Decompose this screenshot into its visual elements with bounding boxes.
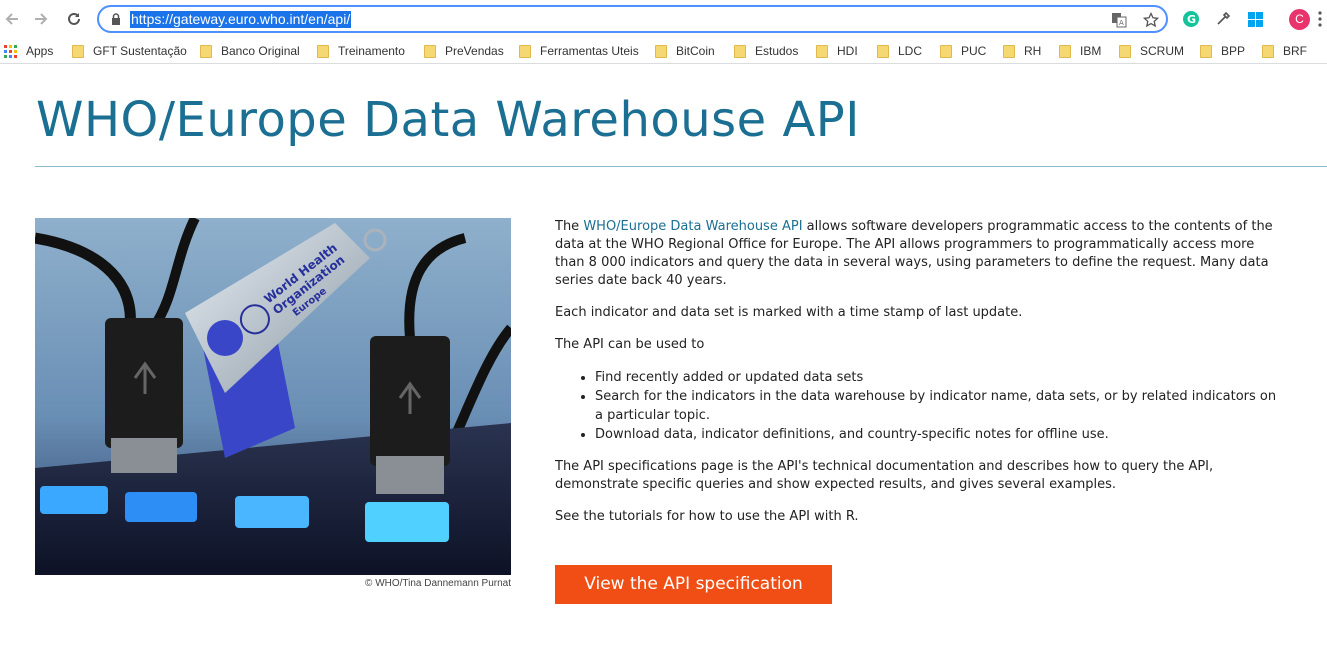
list-item: Find recently added or updated data sets (595, 368, 1285, 387)
bookmark-label: PUC (961, 44, 987, 58)
bookmark-folder[interactable]: BitCoin (655, 42, 715, 60)
url-text[interactable]: https://gateway.euro.who.int/en/api/ (130, 11, 352, 28)
bookmark-label: LDC (898, 44, 923, 58)
uses-list: Find recently added or updated data sets… (595, 368, 1285, 444)
bookmark-folder[interactable]: IBM (1059, 42, 1101, 60)
bookmark-folder[interactable]: Treinamento (317, 42, 405, 60)
bookmark-label: Estudos (755, 44, 799, 58)
folder-icon (1262, 44, 1274, 58)
bookmark-apps[interactable]: Apps (4, 42, 53, 60)
lock-icon[interactable] (111, 13, 121, 25)
bookmark-label: PreVendas (445, 44, 504, 58)
bookmark-folder[interactable]: BRF (1262, 42, 1307, 60)
folder-icon (1003, 44, 1015, 58)
bookmark-folder[interactable]: LDC (877, 42, 922, 60)
api-link[interactable]: WHO/Europe Data Warehouse API (583, 219, 802, 234)
bookmark-folder[interactable]: GFT Sustentação (72, 42, 187, 60)
intro-prefix: The (555, 219, 584, 234)
bookmark-label: SCRUM (1140, 44, 1184, 58)
profile-avatar[interactable]: C (1289, 9, 1310, 30)
timestamp-paragraph: Each indicator and data set is marked wi… (555, 305, 1023, 320)
folder-icon (655, 44, 667, 58)
svg-text:A: A (1119, 19, 1124, 27)
bookmark-label: IBM (1080, 44, 1102, 58)
forward-button[interactable] (31, 9, 51, 29)
usb-hub-illustration: World Health Organization Europe (35, 218, 511, 575)
bookmark-label: Ferramentas Uteis (540, 44, 639, 58)
reload-icon (68, 12, 80, 25)
windows-icon[interactable] (1245, 9, 1265, 29)
page-title: WHO/Europe Data Warehouse API (36, 92, 860, 148)
grammarly-icon[interactable]: G (1181, 9, 1201, 29)
uses-intro: The API can be used to (555, 337, 705, 352)
folder-icon (1200, 44, 1212, 58)
intro-paragraph: The WHO/Europe Data Warehouse API allows… (555, 218, 1285, 290)
bookmark-label: BRF (1283, 44, 1307, 58)
reload-button[interactable] (64, 9, 84, 29)
bookmark-label: Apps (26, 44, 54, 58)
list-item: Download data, indicator definitions, an… (595, 425, 1285, 444)
bookmark-label: Treinamento (338, 44, 405, 58)
folder-icon (877, 44, 889, 58)
folder-icon (940, 44, 952, 58)
hero-image: World Health Organization Europe (35, 218, 511, 575)
bookmark-folder[interactable]: Estudos (734, 42, 798, 60)
bookmark-label: HDI (837, 44, 858, 58)
folder-icon (317, 44, 329, 58)
spec-paragraph: The API specifications page is the API's… (555, 459, 1214, 492)
bookmark-folder[interactable]: BPP (1200, 42, 1245, 60)
bookmark-folder[interactable]: RH (1003, 42, 1041, 60)
svg-text:G: G (1187, 13, 1196, 26)
arrow-right-icon (35, 13, 48, 25)
bookmark-label: Banco Original (221, 44, 300, 58)
view-api-spec-button[interactable]: View the API specification (555, 565, 832, 604)
bookmark-star-icon[interactable] (1143, 12, 1159, 28)
bookmark-folder[interactable]: HDI (816, 42, 858, 60)
address-bar[interactable]: https://gateway.euro.who.int/en/api/ A (97, 5, 1168, 33)
folder-icon (1059, 44, 1071, 58)
folder-icon (519, 44, 531, 58)
folder-icon (200, 44, 212, 58)
bookmark-folder[interactable]: PUC (940, 42, 986, 60)
back-button[interactable] (2, 9, 22, 29)
image-credit: © WHO/Tina Dannemann Purnat (365, 578, 511, 589)
kebab-menu-icon[interactable] (1318, 11, 1322, 27)
arrow-left-icon (5, 13, 18, 25)
folder-icon (424, 44, 436, 58)
eyedropper-icon[interactable] (1213, 9, 1233, 29)
bookmarks-bar: Apps GFT Sustentação Banco Original Trei… (0, 38, 1327, 64)
folder-icon (72, 44, 84, 58)
folder-icon (734, 44, 746, 58)
bookmark-label: GFT Sustentação (93, 44, 187, 58)
folder-icon (1119, 44, 1131, 58)
bookmark-folder[interactable]: Banco Original (200, 42, 300, 60)
bookmark-label: BPP (1221, 44, 1246, 58)
browser-toolbar: https://gateway.euro.who.int/en/api/ A G… (0, 0, 1327, 38)
folder-icon (816, 44, 828, 58)
list-item: Search for the indicators in the data wa… (595, 387, 1285, 425)
bookmark-label: RH (1024, 44, 1042, 58)
bookmark-folder[interactable]: PreVendas (424, 42, 504, 60)
bookmark-folder[interactable]: Ferramentas Uteis (519, 42, 639, 60)
apps-grid-icon (4, 44, 17, 58)
title-divider (35, 166, 1327, 167)
bookmark-folder[interactable]: SCRUM (1119, 42, 1184, 60)
intro-content: The WHO/Europe Data Warehouse API allows… (555, 218, 1285, 540)
bookmark-label: BitCoin (676, 44, 715, 58)
tutorial-paragraph: See the tutorials for how to use the API… (555, 509, 859, 524)
translate-icon[interactable]: A (1111, 12, 1127, 28)
